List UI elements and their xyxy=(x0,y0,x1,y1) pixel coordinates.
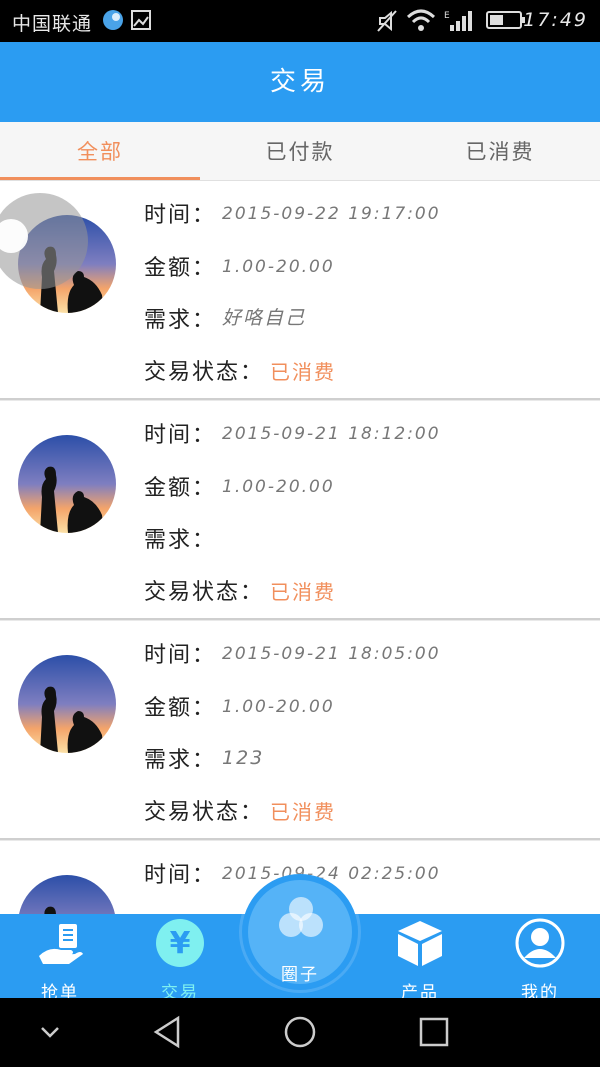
status-time: 17:49 xyxy=(523,9,588,31)
chat-bubble-icon xyxy=(102,9,124,35)
status-row: 交易状态： 已消费 xyxy=(144,354,336,386)
tab-paid[interactable]: 已付款 xyxy=(200,122,400,180)
status-label: 交易状态： xyxy=(144,800,265,825)
transaction-card[interactable]: 时间： 2015-09-21 18:12:00 金额： 1.00-20.00 需求：… xyxy=(0,401,600,620)
demand-value: 123 xyxy=(222,747,265,769)
demand-row: 需求： xyxy=(144,522,222,554)
demand-row: 需求： 好咯自己 xyxy=(144,302,306,334)
nav-product[interactable]: 产品 xyxy=(360,914,480,1003)
time-row: 时间： 2015-09-22 19:17:00 xyxy=(144,197,441,229)
amount-row: 金额： 1.00-20.00 xyxy=(144,470,335,502)
demand-row: 需求： 123 xyxy=(144,742,264,774)
avatar xyxy=(18,435,116,533)
box-icon xyxy=(395,918,445,968)
nav-label: 圈子 xyxy=(281,965,319,985)
time-row: 时间： 2015-09-21 18:12:00 xyxy=(144,417,441,449)
tab-all[interactable]: 全部 xyxy=(0,122,200,180)
amount-label: 金额： xyxy=(144,476,217,501)
demand-value: 好咯自己 xyxy=(222,307,307,329)
status-row: 交易状态： 已消费 xyxy=(144,794,336,826)
status-row: 交易状态： 已消费 xyxy=(144,574,336,606)
home-icon[interactable] xyxy=(282,1014,318,1054)
time-label: 时间： xyxy=(144,203,217,228)
status-label: 交易状态： xyxy=(144,580,265,605)
tab-consumed[interactable]: 已消费 xyxy=(400,122,600,180)
status-value: 已消费 xyxy=(270,800,337,824)
recent-apps-icon[interactable] xyxy=(416,1014,452,1054)
svg-text:¥: ¥ xyxy=(170,926,191,961)
amount-value: 1.00-20.00 xyxy=(222,477,335,497)
transaction-card[interactable]: 时间： 2015-09-21 18:05:00 金额： 1.00-20.00 需求：… xyxy=(0,621,600,840)
nav-grab-order[interactable]: 抢单 xyxy=(0,914,120,1003)
circles-icon xyxy=(276,896,326,944)
transaction-card[interactable]: 时间： 2015-09-22 19:17:00 金额： 1.00-20.00 需求：… xyxy=(0,181,600,400)
amount-row: 金额： 1.00-20.00 xyxy=(144,690,335,722)
nav-mine[interactable]: 我的 xyxy=(480,914,600,1003)
demand-label: 需求： xyxy=(144,308,217,333)
mute-icon xyxy=(376,9,398,37)
wifi-icon xyxy=(406,9,436,37)
status-value: 已消费 xyxy=(270,580,337,604)
title-bar: 交易 xyxy=(0,42,600,122)
amount-value: 1.00-20.00 xyxy=(222,697,335,717)
user-icon xyxy=(515,918,565,968)
image-icon xyxy=(130,9,152,35)
demand-label: 需求： xyxy=(144,528,217,553)
filter-tabs: 全部 已付款 已消费 xyxy=(0,122,600,181)
time-label: 时间： xyxy=(144,643,217,668)
chevron-down-icon[interactable] xyxy=(36,1014,64,1054)
amount-label: 金额： xyxy=(144,256,217,281)
status-value: 已消费 xyxy=(270,360,337,384)
svg-text:E: E xyxy=(444,11,450,21)
avatar xyxy=(18,655,116,753)
time-value: 2015-09-22 19:17:00 xyxy=(222,204,441,224)
transaction-list[interactable]: 时间： 2015-09-22 19:17:00 金额： 1.00-20.00 需求：… xyxy=(0,181,600,914)
nav-trade[interactable]: ¥ 交易 xyxy=(120,914,240,1003)
assist-dot xyxy=(0,219,28,253)
time-row: 时间： 2015-09-21 18:05:00 xyxy=(144,637,441,669)
system-nav-bar xyxy=(0,998,600,1067)
battery-icon xyxy=(486,9,526,35)
hand-document-icon xyxy=(35,918,85,968)
amount-value: 1.00-20.00 xyxy=(222,257,335,277)
status-bar: 中国联通 E 17:49 xyxy=(0,0,600,42)
time-value: 2015-09-24 02:25:00 xyxy=(222,864,441,884)
demand-label: 需求： xyxy=(144,748,217,773)
time-value: 2015-09-21 18:05:00 xyxy=(222,644,441,664)
yen-icon: ¥ xyxy=(155,918,205,968)
status-label: 交易状态： xyxy=(144,360,265,385)
avatar xyxy=(18,875,116,914)
amount-row: 金额： 1.00-20.00 xyxy=(144,250,335,282)
carrier-name: 中国联通 xyxy=(12,13,93,35)
page-title: 交易 xyxy=(269,67,330,97)
time-label: 时间： xyxy=(144,423,217,448)
signal-icon: E xyxy=(444,9,474,37)
time-label: 时间： xyxy=(144,863,217,888)
back-icon[interactable] xyxy=(150,1014,186,1054)
time-value: 2015-09-21 18:12:00 xyxy=(222,424,441,444)
amount-label: 金额： xyxy=(144,696,217,721)
nav-circle[interactable]: 圈子 xyxy=(242,874,358,990)
